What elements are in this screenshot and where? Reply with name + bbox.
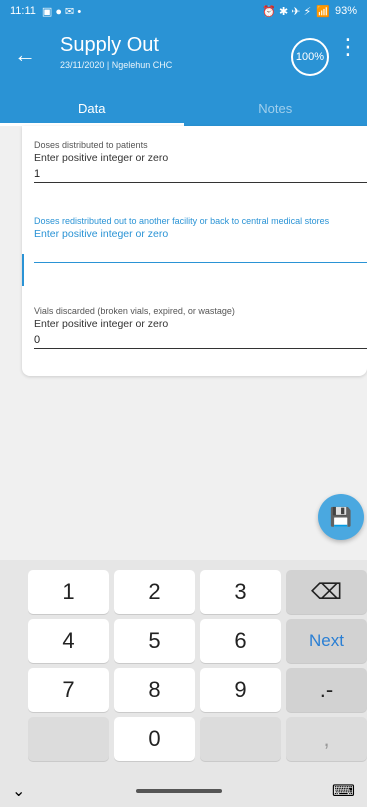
app-bar: ← Supply Out 23/11/2020 | Ngelehun CHC 1… [0,22,367,90]
hide-keyboard-icon[interactable]: ⌄ [12,781,25,801]
field-hint: Enter positive integer or zero [34,318,169,330]
field-hint: Enter positive integer or zero [34,152,169,164]
key-3[interactable]: 3 [200,570,281,614]
key-8[interactable]: 8 [114,668,195,712]
field-label: Vials discarded (broken vials, expired, … [34,306,235,316]
tab-bar: Data Notes [0,90,367,126]
next-key[interactable]: Next [286,619,367,663]
numeric-keyboard: 1 2 3 ⌫ 4 5 6 Next 7 8 9 .- 0 , [0,560,367,807]
form-card: Doses distributed to patients Enter posi… [22,126,367,376]
vials-discarded-input[interactable]: 0 [34,334,367,349]
back-arrow-icon[interactable]: ← [14,42,36,68]
comma-key[interactable]: , [286,717,367,761]
key-7[interactable]: 7 [28,668,109,712]
status-bar: 11:11 ▣ ● ✉ • ⏰ ✱ ✈ ⚡ 📶 93% [0,0,367,22]
focus-indicator [22,254,24,286]
backspace-key[interactable]: ⌫ [286,570,367,614]
save-button[interactable]: 💾 [318,494,364,540]
navigation-bar: ⌄ ⌨ [0,775,367,807]
field-label: Doses distributed to patients [34,140,148,150]
empty-key [200,717,281,761]
clock: 11:11 [10,5,36,17]
home-pill[interactable] [135,789,222,793]
doses-distributed-input[interactable]: 1 [34,168,367,183]
doses-redistributed-input[interactable] [34,244,367,263]
symbol-key[interactable]: .- [286,668,367,712]
keyboard-icon[interactable]: ⌨ [332,781,355,801]
completion-indicator[interactable]: 100% [291,38,329,76]
key-0[interactable]: 0 [114,717,195,761]
more-options-icon[interactable]: ⋮ [337,36,359,58]
notification-icons: ▣ ● ✉ • [41,5,82,18]
system-icons: ⏰ ✱ ✈ ⚡ [262,5,312,18]
backspace-icon: ⌫ [310,579,343,604]
page-subtitle: 23/11/2020 | Ngelehun CHC [60,60,173,70]
vials-discarded-field[interactable]: Vials discarded (broken vials, expired, … [34,306,367,349]
key-2[interactable]: 2 [114,570,195,614]
battery-level: 93% [334,5,357,17]
doses-distributed-field[interactable]: Doses distributed to patients Enter posi… [34,140,367,183]
empty-key [28,717,109,761]
save-icon: 💾 [329,506,353,527]
page-title: Supply Out [60,34,159,56]
key-1[interactable]: 1 [28,570,109,614]
key-9[interactable]: 9 [200,668,281,712]
field-hint: Enter positive integer or zero [34,228,169,240]
key-5[interactable]: 5 [114,619,195,663]
key-6[interactable]: 6 [200,619,281,663]
signal-icon: 📶 [316,5,330,18]
tab-notes[interactable]: Notes [184,90,367,126]
field-label: Doses redistributed out to another facil… [34,216,330,226]
doses-redistributed-field[interactable]: Doses redistributed out to another facil… [22,216,367,286]
key-4[interactable]: 4 [28,619,109,663]
tab-data[interactable]: Data [0,90,184,126]
